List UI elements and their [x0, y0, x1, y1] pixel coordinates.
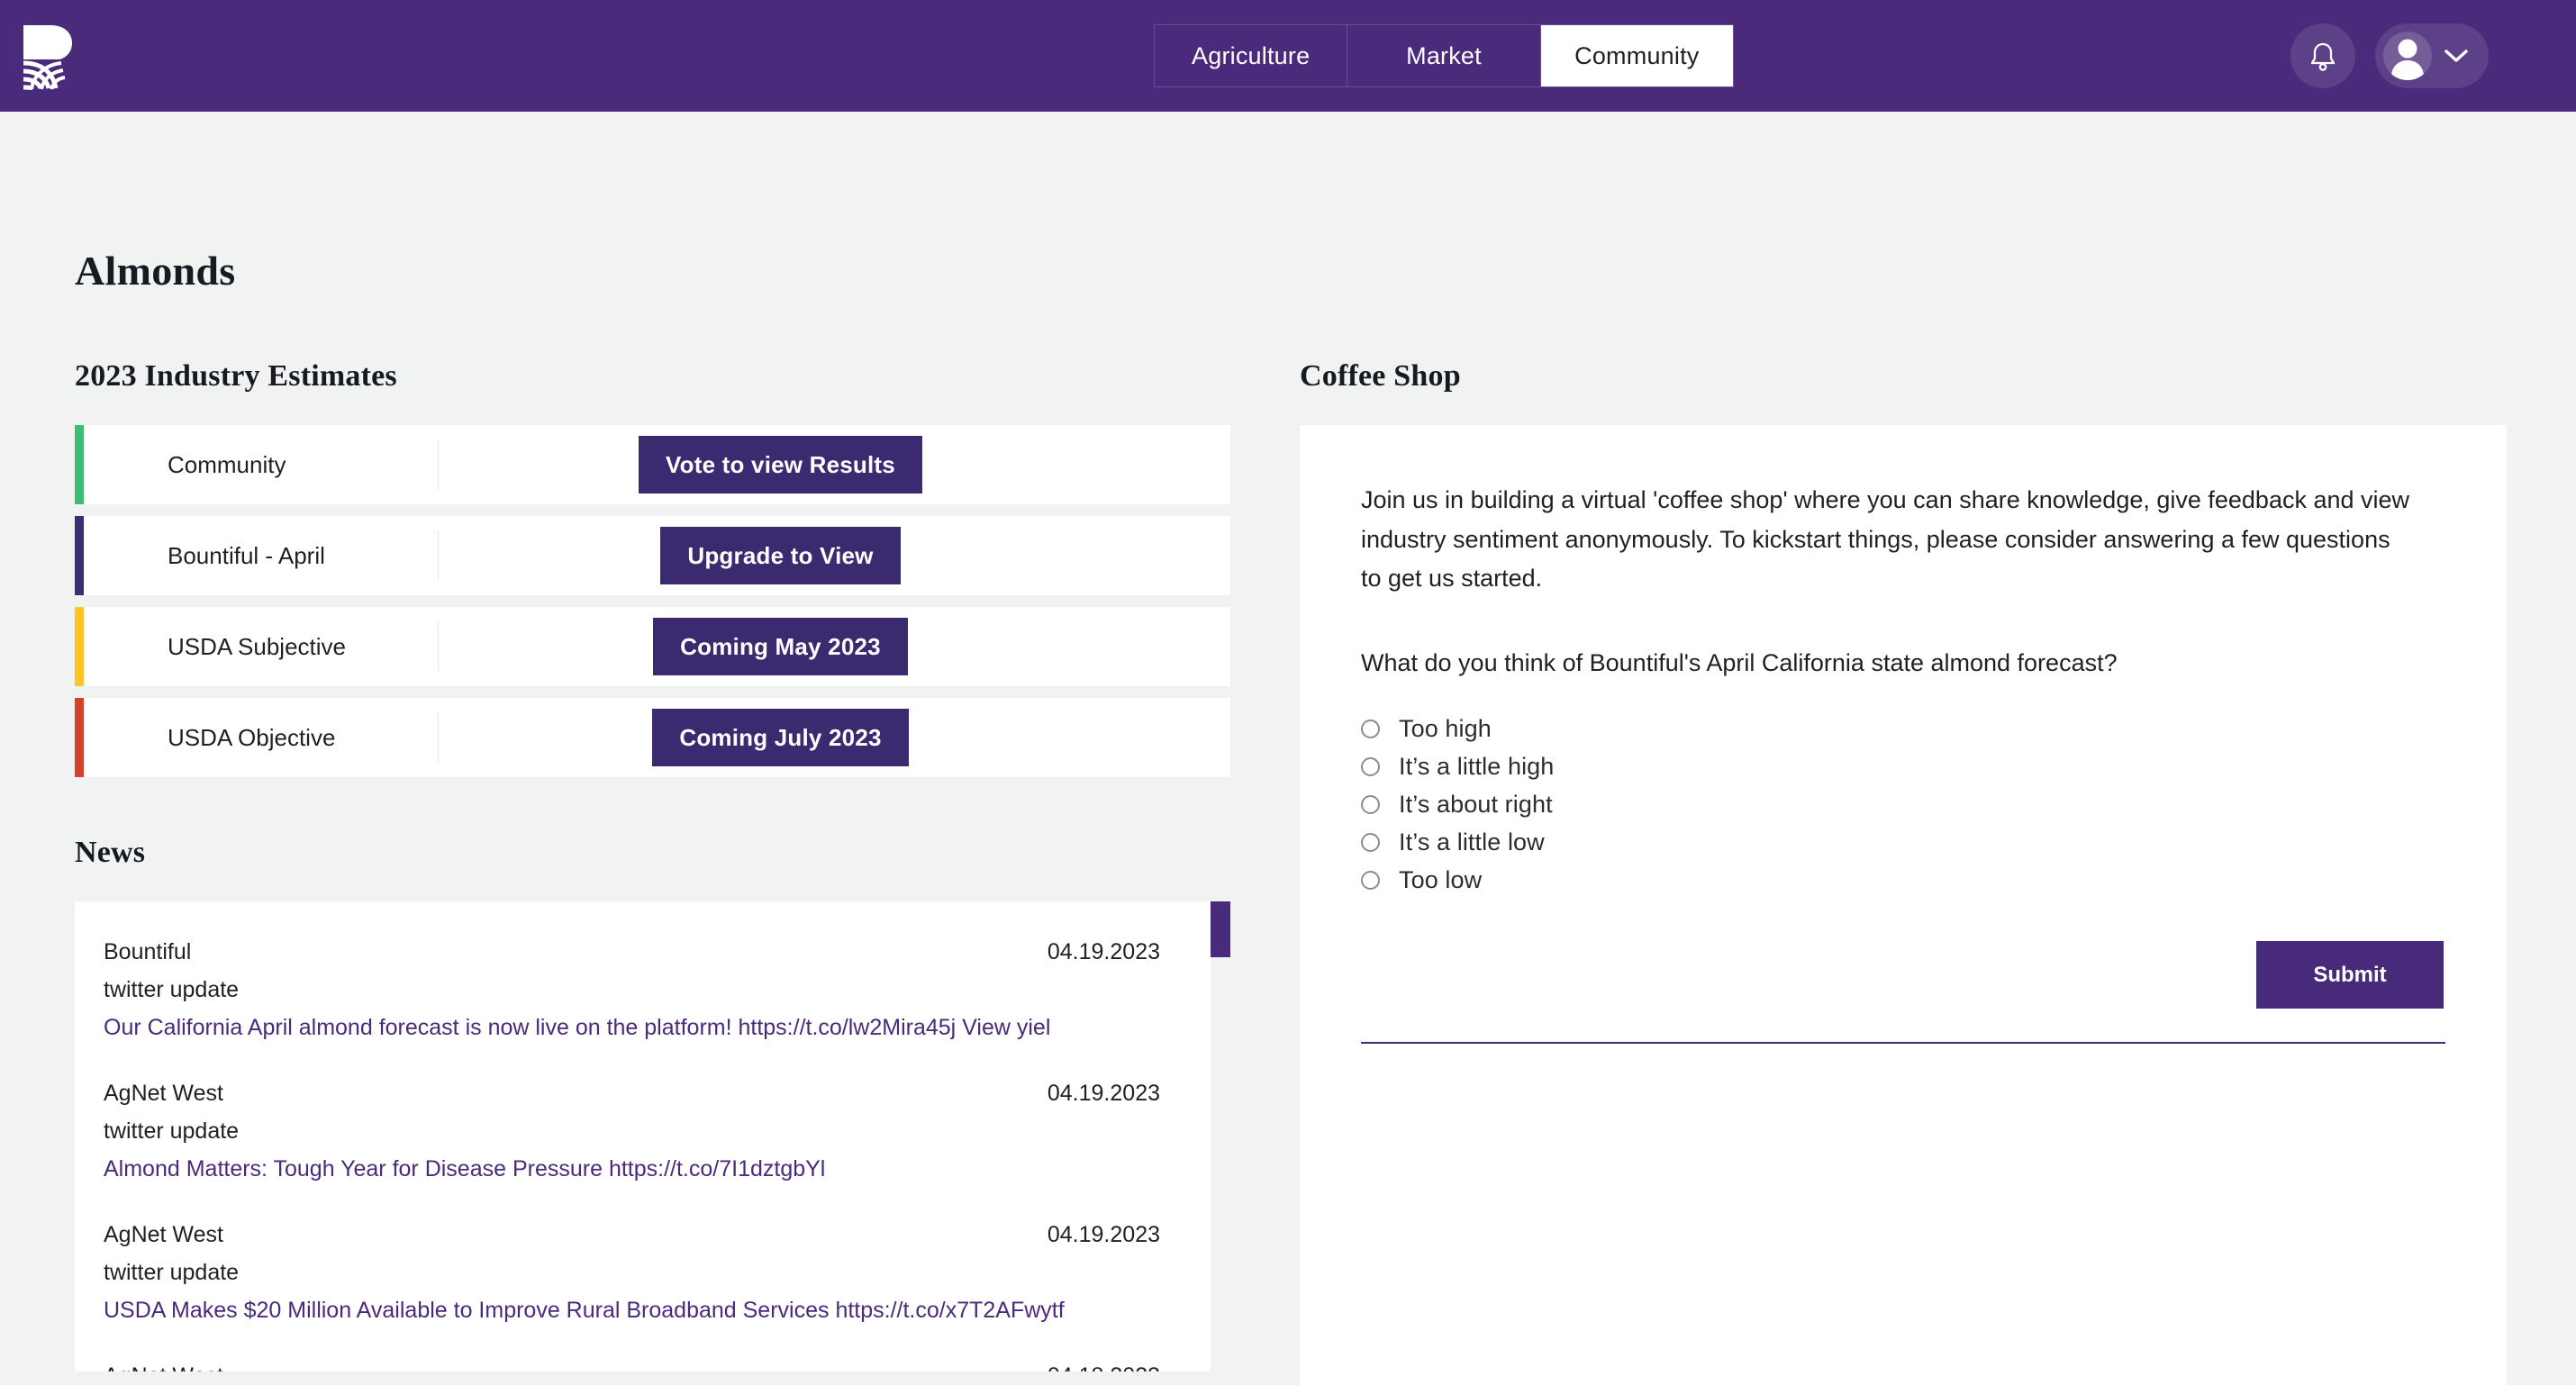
radio-icon[interactable]: [1361, 794, 1380, 814]
vote-to-view-results-button[interactable]: Vote to view Results: [639, 436, 922, 493]
chevron-down-icon: [2444, 50, 2468, 62]
radio-icon[interactable]: [1361, 870, 1380, 890]
list-item[interactable]: AgNet West 04.18.2023 twitter update 'In…: [104, 1363, 1160, 1371]
news-source: AgNet West: [104, 1222, 223, 1247]
option-its-a-little-high[interactable]: It’s a little high: [1361, 747, 2445, 785]
option-label: Too high: [1399, 714, 1492, 742]
option-its-a-little-low[interactable]: It’s a little low: [1361, 823, 2445, 861]
estimate-label: USDA Subjective: [168, 632, 346, 660]
news-scrollbar-track[interactable]: [1211, 901, 1230, 1371]
coming-july-2023-button[interactable]: Coming July 2023: [652, 709, 909, 766]
coffee-shop-intro: Join us in building a virtual 'coffee sh…: [1361, 486, 2410, 593]
coffee-shop-heading: Coffee Shop: [1300, 359, 1461, 393]
coffee-shop-question: What do you think of Bountiful's April C…: [1361, 649, 2118, 677]
news-item-header: AgNet West 04.18.2023: [104, 1363, 1160, 1371]
estimate-row: Community Vote to view Results: [75, 425, 1230, 504]
list-item[interactable]: Bountiful 04.19.2023 twitter update Our …: [104, 939, 1160, 1041]
right-column: Coffee Shop Join us in building a virtua…: [1300, 359, 2507, 1385]
news-kind: twitter update: [104, 977, 240, 1002]
row-accent-bar: [75, 607, 84, 686]
news-item-header: AgNet West 04.19.2023: [104, 1222, 1160, 1248]
page-title: Almonds: [75, 248, 236, 294]
coming-may-2023-button[interactable]: Coming May 2023: [653, 618, 908, 675]
upgrade-to-view-button[interactable]: Upgrade to View: [660, 527, 901, 584]
radio-icon[interactable]: [1361, 832, 1380, 852]
radio-icon[interactable]: [1361, 719, 1380, 738]
news-scrollbar-thumb[interactable]: [1211, 901, 1230, 957]
main-nav-tabs: Agriculture Market Community: [1154, 24, 1734, 87]
coffee-shop-card: Join us in building a virtual 'coffee sh…: [1300, 425, 2507, 1385]
submit-row: Submit: [1361, 941, 2445, 1009]
tab-community[interactable]: Community: [1540, 25, 1733, 86]
page-content: Almonds 2023 Industry Estimates Communit…: [0, 112, 2576, 1385]
row-action-area: Vote to view Results: [439, 436, 1230, 493]
option-label: It’s a little low: [1399, 828, 1545, 855]
news-link[interactable]: USDA Makes $20 Million Available to Impr…: [104, 1298, 1160, 1324]
estimate-row: Bountiful - April Upgrade to View: [75, 516, 1230, 595]
estimate-label: Community: [168, 450, 286, 478]
avatar: [2383, 32, 2432, 80]
left-column: 2023 Industry Estimates Community Vote t…: [75, 359, 1230, 1371]
option-label: Too low: [1399, 865, 1483, 893]
list-item[interactable]: AgNet West 04.19.2023 twitter update USD…: [104, 1222, 1160, 1324]
account-menu-button[interactable]: [2375, 23, 2489, 88]
news-source: Bountiful: [104, 939, 192, 964]
estimate-row: USDA Objective Coming July 2023: [75, 698, 1230, 777]
bountiful-b-logo[interactable]: [20, 23, 83, 91]
coffee-shop-divider: [1361, 1042, 2445, 1045]
notifications-button[interactable]: [2290, 23, 2355, 88]
option-its-about-right[interactable]: It’s about right: [1361, 785, 2445, 823]
list-item[interactable]: AgNet West 04.19.2023 twitter update Alm…: [104, 1081, 1160, 1182]
news-date: 04.19.2023: [1047, 1222, 1160, 1247]
industry-estimates-list: Community Vote to view Results Bountiful…: [75, 425, 1230, 777]
top-header-bar: Agriculture Market Community: [0, 0, 2576, 112]
user-avatar-icon: [2391, 39, 2424, 80]
option-too-low[interactable]: Too low: [1361, 861, 2445, 899]
news-source: AgNet West: [104, 1081, 223, 1106]
row-action-area: Upgrade to View: [439, 527, 1230, 584]
news-link[interactable]: Almond Matters: Tough Year for Disease P…: [104, 1156, 1160, 1182]
news-kind: twitter update: [104, 1118, 240, 1144]
logo-svg: [23, 25, 72, 91]
industry-estimates-heading: 2023 Industry Estimates: [75, 359, 397, 393]
news-kind: twitter update: [104, 1260, 240, 1285]
radio-icon[interactable]: [1361, 756, 1380, 776]
news-section: News Bountiful 04.19.2023 twitter update…: [75, 836, 1230, 1371]
row-accent-bar: [75, 516, 84, 595]
row-accent-bar: [75, 425, 84, 504]
bell-icon: [2310, 42, 2336, 71]
tab-market[interactable]: Market: [1347, 25, 1541, 86]
news-list: Bountiful 04.19.2023 twitter update Our …: [75, 901, 1230, 1371]
row-action-area: Coming July 2023: [439, 709, 1230, 766]
survey-options: Too high It’s a little high It’s about r…: [1361, 710, 2445, 899]
news-date: 04.19.2023: [1047, 1081, 1160, 1106]
submit-button[interactable]: Submit: [2256, 941, 2444, 1009]
news-date: 04.19.2023: [1047, 939, 1160, 964]
news-source: AgNet West: [104, 1363, 223, 1371]
estimate-label: Bountiful - April: [168, 541, 325, 569]
option-too-high[interactable]: Too high: [1361, 710, 2445, 747]
news-heading: News: [75, 836, 146, 869]
news-date: 04.18.2023: [1048, 1363, 1160, 1371]
news-item-header: AgNet West 04.19.2023: [104, 1081, 1160, 1107]
row-action-area: Coming May 2023: [439, 618, 1230, 675]
news-item-header: Bountiful 04.19.2023: [104, 939, 1160, 965]
estimate-label: USDA Objective: [168, 723, 336, 751]
news-link[interactable]: Our California April almond forecast is …: [104, 1015, 1160, 1041]
news-panel: Bountiful 04.19.2023 twitter update Our …: [75, 901, 1230, 1371]
estimate-row: USDA Subjective Coming May 2023: [75, 607, 1230, 686]
row-accent-bar: [75, 698, 84, 777]
option-label: It’s a little high: [1399, 752, 1555, 780]
tab-agriculture[interactable]: Agriculture: [1155, 25, 1348, 86]
option-label: It’s about right: [1399, 790, 1553, 818]
